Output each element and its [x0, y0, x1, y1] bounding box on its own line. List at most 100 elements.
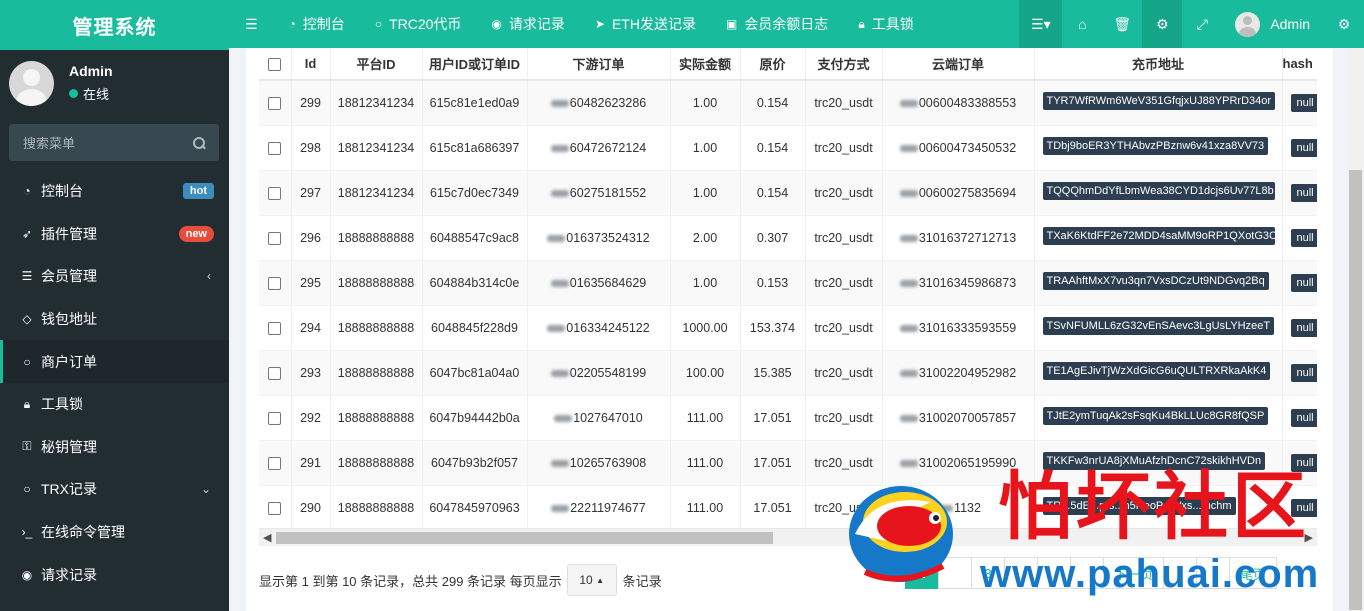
scroll-left-icon[interactable]: ◀: [263, 531, 271, 544]
topbar-tab[interactable]: 🔒︎ 工具锁: [843, 0, 928, 48]
table-cell: null: [1282, 125, 1317, 171]
table-row[interactable]: 297 18812341234 615c7d0ec7349 60275181552 1.…: [259, 170, 1317, 216]
row-checkbox[interactable]: [268, 321, 282, 335]
topbar-tab[interactable]: ➤ ETH发送记录: [580, 0, 711, 48]
page-button[interactable]: 尾页: [1229, 557, 1278, 589]
row-checkbox[interactable]: [268, 501, 282, 515]
column-header[interactable]: Id: [291, 48, 331, 81]
sidebar-item[interactable]: ○ TRX记录 ⌄: [0, 468, 229, 511]
vertical-scroll-thumb[interactable]: [1349, 170, 1362, 610]
select-all-checkbox[interactable]: [268, 58, 282, 72]
row-checkbox[interactable]: [268, 456, 282, 470]
table-cell: 18888888888: [330, 260, 423, 306]
table-row[interactable]: 298 18812341234 615c81a686397 60472672124 1.…: [259, 125, 1317, 171]
wallet-address-label: TYR7WfRWm6WeV351GfqjxUJ88YPRrD34or: [1042, 92, 1275, 111]
table-row[interactable]: 296 18888888888 60488547c9ac8 016373524312 2…: [259, 215, 1317, 261]
table-cell: 291: [291, 440, 331, 486]
table-cell: TSvNFUMLL6zG32vEnSAevc3LgUsLYHzeeT: [1034, 305, 1283, 351]
page-button[interactable]: [1037, 557, 1071, 589]
app-title[interactable]: 管理系统: [0, 0, 229, 50]
page-button[interactable]: [1196, 557, 1231, 589]
redacted-mark: [899, 459, 918, 467]
nav-menu-dropdown-button[interactable]: ☰▾: [1019, 0, 1063, 48]
table-cell: 6047bc81a04a0: [422, 350, 528, 396]
wallet-address-label: TE1AgEJivTjWzXdGicG6uQULTRXRkaAkK4: [1042, 362, 1271, 380]
table-cell: 0.154: [740, 170, 806, 216]
table-cell: TYR7WfRWm6WeV351GfqjxUJ88YPRrD34or: [1034, 80, 1283, 126]
horizontal-scrollbar[interactable]: ◀ ▶: [259, 528, 1317, 546]
menu-search-input[interactable]: 搜索菜单: [9, 124, 219, 161]
cell-value: 016373524312: [566, 230, 650, 245]
table-row[interactable]: 295 18888888888 604884b314c0e 01635684629 1.…: [259, 260, 1317, 306]
topbar-tab[interactable]: ○ TRC20代币: [360, 0, 477, 48]
vertical-scrollbar[interactable]: [1347, 48, 1364, 611]
row-checkbox[interactable]: [268, 141, 282, 155]
sidebar-item[interactable]: ⚿ 秘钥管理: [0, 426, 229, 469]
row-checkbox[interactable]: [268, 276, 282, 290]
main-content: Id 平台ID 用户ID或订单ID 下游订单 实际金额 原价 支付方式 云端订单 充币地址 has…: [246, 48, 1333, 611]
topbar-tab[interactable]: ◔ 控制台: [274, 0, 360, 48]
sidebar-item[interactable]: ›_ 在线命令管理: [0, 511, 229, 554]
row-checkbox[interactable]: [268, 366, 282, 380]
column-header[interactable]: 云端订单: [882, 48, 1035, 81]
sidebar-item[interactable]: ☰ 会员管理 ‹: [0, 255, 229, 298]
row-checkbox[interactable]: [268, 186, 282, 200]
redacted-mark: [550, 369, 569, 377]
column-header[interactable]: 用户ID或订单ID: [422, 48, 528, 81]
hash-label: null: [1290, 408, 1317, 427]
row-select-cell: [259, 215, 292, 261]
column-header[interactable]: 平台ID: [330, 48, 423, 81]
table-row[interactable]: 293 18888888888 6047bc81a04a0 02205548199 10…: [259, 350, 1317, 396]
column-header[interactable]: 支付方式: [805, 48, 883, 81]
table-cell: null: [1282, 305, 1317, 351]
column-header[interactable]: 充币地址: [1034, 48, 1283, 81]
page-button[interactable]: 3: [971, 557, 1005, 589]
scroll-right-icon[interactable]: ▶: [1305, 531, 1313, 544]
sidebar-toggle-button[interactable]: ☰: [229, 0, 274, 48]
settings-button[interactable]: ⚙: [1324, 0, 1364, 48]
topbar-tab[interactable]: ▣ 会员余额日志: [711, 0, 843, 48]
sidebar-item[interactable]: ◉ 请求记录: [0, 553, 229, 596]
row-checkbox[interactable]: [268, 231, 282, 245]
table-cell: 299: [291, 80, 331, 126]
column-header[interactable]: 实际金额: [670, 48, 741, 81]
language-icon: ⚙︎: [1156, 15, 1169, 32]
sidebar-item[interactable]: ◔ 控制台 hot: [0, 170, 229, 213]
page-button[interactable]: 1: [905, 557, 939, 589]
page-button[interactable]: 下一页: [1103, 557, 1165, 589]
page-button[interactable]: [1004, 557, 1038, 589]
topbar-tab[interactable]: ◉ 请求记录: [476, 0, 579, 48]
sidebar-item[interactable]: ○ 商户订单: [0, 340, 229, 383]
table-cell: TQQQhmDdYfLbmWea38CYD1dcjs6Uv77L8b: [1034, 170, 1283, 216]
column-header[interactable]: 原价: [740, 48, 806, 81]
table-cell: 00600483388553: [882, 80, 1035, 126]
column-header[interactable]: 下游订单: [527, 48, 671, 81]
page-button[interactable]: [1070, 557, 1104, 589]
page-size-select[interactable]: 10 ▲: [566, 564, 617, 596]
table-row[interactable]: 292 18888888888 6047b94442b0a 1027647010 111…: [259, 395, 1317, 441]
column-header[interactable]: hash: [1282, 48, 1317, 81]
table-row[interactable]: 294 18888888888 6048845f228d9 016334245122 1…: [259, 305, 1317, 351]
user-status: 在线: [69, 84, 113, 103]
table-cell: 18888888888: [330, 395, 423, 441]
page-button[interactable]: [938, 557, 972, 589]
sidebar-item[interactable]: 🔒︎ 工具锁: [0, 383, 229, 426]
table-row[interactable]: 291 18888888888 6047b93b2f057 10265763908 11…: [259, 440, 1317, 486]
horizontal-scroll-thumb[interactable]: [276, 532, 773, 544]
fullscreen-button[interactable]: ⤢: [1182, 0, 1222, 48]
table-row[interactable]: 290 18888888888 6047845970963 22211974677 11…: [259, 485, 1317, 528]
page-button[interactable]: [1163, 557, 1198, 589]
search-icon[interactable]: [193, 136, 205, 149]
row-checkbox[interactable]: [268, 411, 282, 425]
topbar-tab-label: 控制台: [302, 16, 345, 32]
row-checkbox[interactable]: [268, 96, 282, 110]
sidebar-item[interactable]: ➶ 插件管理 new: [0, 213, 229, 256]
clear-cache-button[interactable]: 🗑︎: [1102, 0, 1142, 48]
sidebar-item-label: 秘钥管理: [41, 438, 97, 455]
table-row[interactable]: 299 18812341234 615c81e1ed0a9 60482623286 1.…: [259, 80, 1317, 126]
sidebar-item[interactable]: ◇ 钱包地址: [0, 298, 229, 341]
user-menu[interactable]: Admin: [1222, 0, 1324, 48]
language-button[interactable]: ⚙︎: [1142, 0, 1183, 48]
home-button[interactable]: ⌂: [1062, 0, 1102, 48]
cell-value: 60275181552: [569, 185, 647, 200]
